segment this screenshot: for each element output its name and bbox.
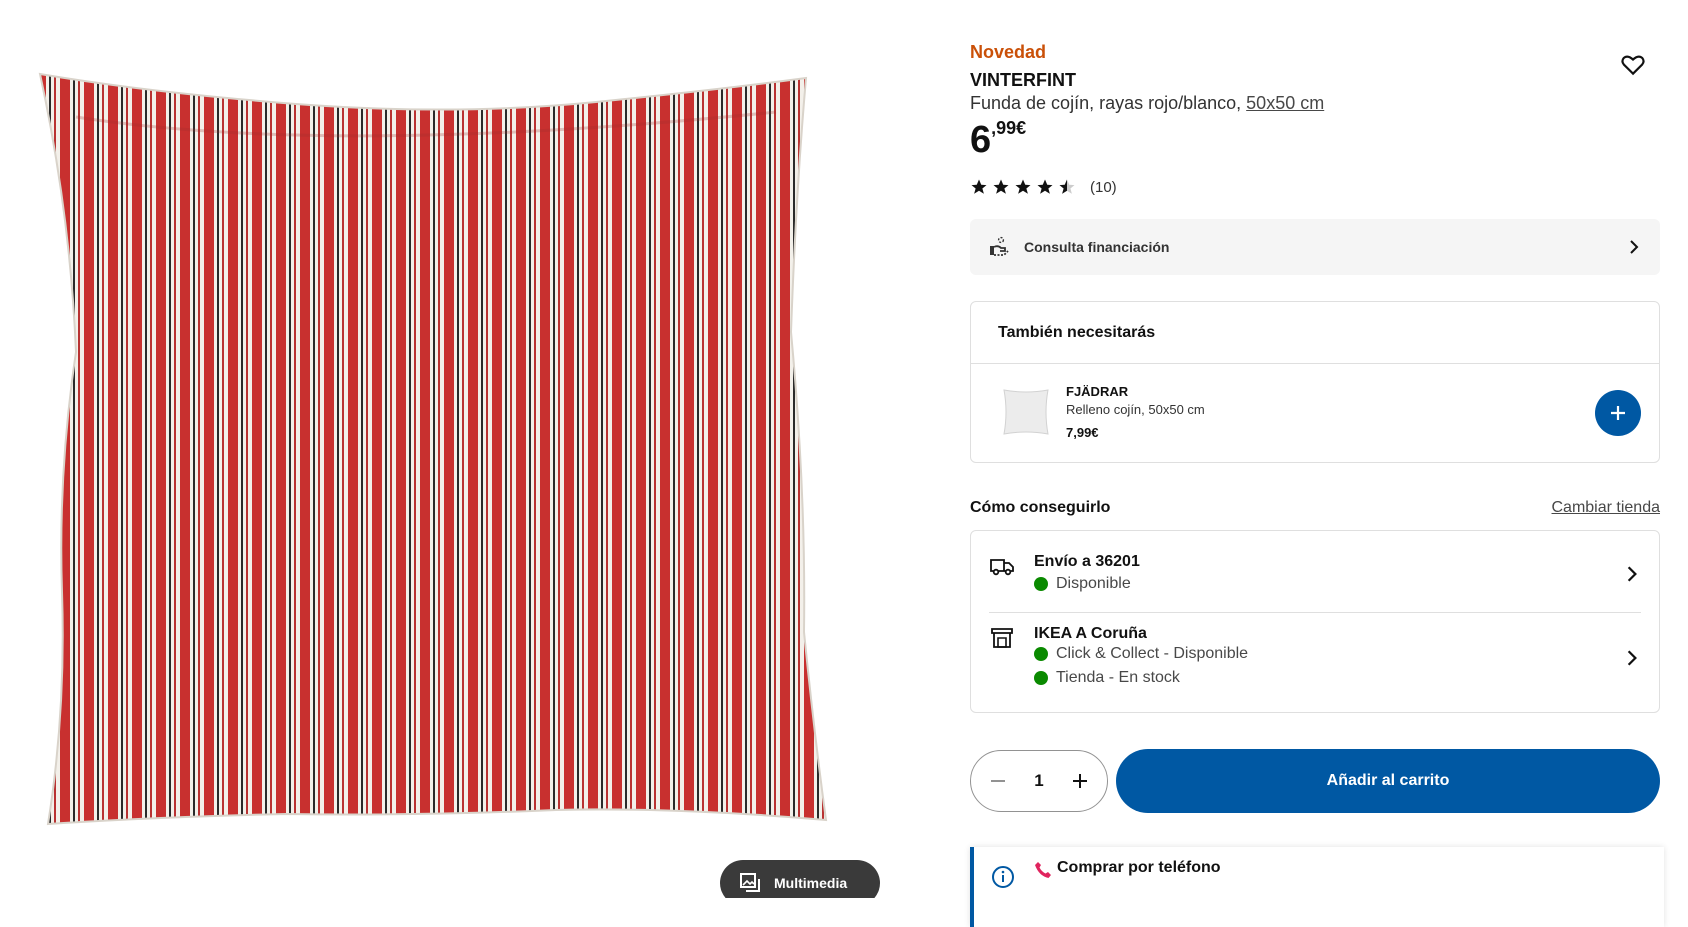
product-image[interactable] xyxy=(36,72,836,837)
delivery-status-text: Disponible xyxy=(1056,575,1131,592)
half-star-icon xyxy=(1059,179,1075,194)
store-icon xyxy=(991,628,1013,648)
availability-box: Envío a 36201 Disponible IKEA A Coruña C… xyxy=(970,530,1660,713)
available-dot xyxy=(1034,647,1048,661)
product-name: VINTERFINT xyxy=(970,70,1076,90)
how-to-get-title: Cómo conseguirlo xyxy=(970,499,1111,516)
rating[interactable]: (10) xyxy=(970,178,1117,196)
store-row[interactable]: IKEA A Coruña Click & Collect - Disponib… xyxy=(989,625,1641,701)
also-need-item-price: 7,99€ xyxy=(1066,425,1099,440)
price-integer: 6 xyxy=(970,119,992,161)
rating-count: (10) xyxy=(1090,178,1117,196)
add-to-cart-button[interactable]: Añadir al carrito xyxy=(1116,749,1660,813)
financing-row[interactable]: Consulta financiación xyxy=(970,219,1660,275)
star-icon xyxy=(1037,179,1053,194)
star-icon xyxy=(971,179,987,194)
quantity-stepper[interactable]: 1 xyxy=(970,750,1108,812)
product-description: Funda de cojín, rayas rojo/blanco, 50x50… xyxy=(970,93,1324,114)
also-need-box: También necesitarás FJÄDRAR Relleno cojí… xyxy=(970,301,1660,463)
multimedia-button[interactable]: Multimedia xyxy=(720,860,880,898)
store-stock-text: Tienda - En stock xyxy=(1056,669,1180,686)
also-need-item-name: FJÄDRAR xyxy=(1066,384,1129,399)
plus-icon[interactable] xyxy=(1071,772,1089,790)
star-icon xyxy=(993,179,1009,194)
new-badge: Novedad xyxy=(970,42,1047,62)
store-title: IKEA A Coruña xyxy=(1034,625,1147,642)
store-stock-status: Tienda - En stock xyxy=(1034,669,1180,687)
quantity-value[interactable]: 1 xyxy=(1034,771,1043,791)
row-divider xyxy=(989,612,1641,613)
delivery-title: Envío a 36201 xyxy=(1034,553,1140,570)
delivery-row[interactable]: Envío a 36201 Disponible xyxy=(989,553,1641,609)
phone-icon xyxy=(1035,862,1051,878)
truck-icon xyxy=(990,559,1014,576)
available-dot xyxy=(1034,577,1048,591)
click-collect-text: Click & Collect - Disponible xyxy=(1056,645,1249,662)
financing-icon xyxy=(990,236,1009,256)
chevron-right-icon xyxy=(1627,650,1637,666)
product-description-text: Funda de cojín, rayas rojo/blanco, xyxy=(970,93,1247,113)
change-store-link[interactable]: Cambiar tienda xyxy=(1552,499,1661,517)
add-item-button[interactable] xyxy=(1595,390,1641,436)
also-need-item[interactable]: FJÄDRAR Relleno cojín, 50x50 cm 7,99€ xyxy=(971,364,1659,464)
minus-icon[interactable] xyxy=(989,772,1007,790)
heart-icon[interactable] xyxy=(1620,52,1646,78)
product-gallery: Multimedia xyxy=(0,0,940,898)
plus-icon xyxy=(1611,406,1625,420)
info-icon xyxy=(992,866,1014,888)
price: 6,99€ xyxy=(970,118,1026,162)
available-dot xyxy=(1034,671,1048,685)
price-decimals: ,99€ xyxy=(991,118,1027,138)
chevron-right-icon xyxy=(1630,240,1639,254)
chevron-right-icon xyxy=(1627,566,1637,582)
cushion-thumbnail[interactable] xyxy=(998,384,1054,440)
phone-order-box: Comprar por teléfono xyxy=(970,847,1664,927)
size-link[interactable]: 50x50 cm xyxy=(1246,93,1324,113)
click-collect-status: Click & Collect - Disponible xyxy=(1034,645,1248,663)
financing-label: Consulta financiación xyxy=(1024,239,1170,255)
also-need-title: También necesitarás xyxy=(971,302,1659,364)
star-icon xyxy=(1015,179,1031,194)
also-need-item-desc: Relleno cojín, 50x50 cm xyxy=(1066,402,1205,417)
gallery-icon xyxy=(740,873,760,892)
multimedia-label: Multimedia xyxy=(774,875,848,891)
delivery-status: Disponible xyxy=(1034,575,1131,593)
phone-order-title: Comprar por teléfono xyxy=(1057,859,1221,876)
